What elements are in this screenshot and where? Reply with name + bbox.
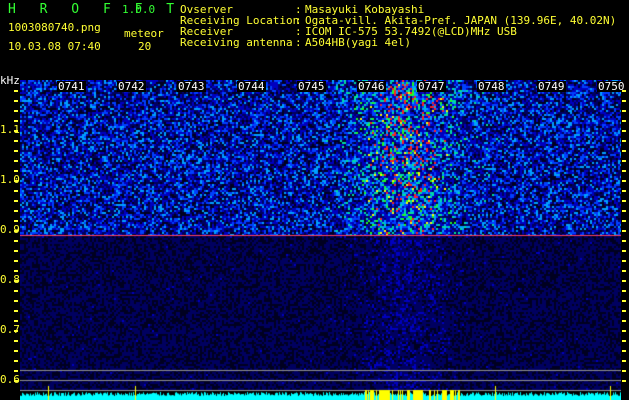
y-tick-mark xyxy=(622,380,626,382)
y-tick-mark xyxy=(14,180,18,182)
y-tick-mark xyxy=(622,360,626,362)
meteor-label: meteor xyxy=(124,27,164,40)
x-tick-label: 0749 xyxy=(537,80,566,93)
y-tick-mark xyxy=(622,290,626,292)
y-tick-mark xyxy=(622,370,626,372)
y-tick-mark xyxy=(622,250,626,252)
x-tick-label: 0746 xyxy=(357,80,386,93)
x-tick-label: 0745 xyxy=(297,80,326,93)
y-tick-mark xyxy=(622,260,626,262)
y-tick-mark xyxy=(14,160,18,162)
y-tick-mark xyxy=(622,330,626,332)
y-tick-mark xyxy=(14,230,18,232)
y-tick-mark xyxy=(14,310,18,312)
y-tick-mark xyxy=(622,270,626,272)
y-tick-mark xyxy=(14,270,18,272)
y-tick-mark xyxy=(14,110,18,112)
y-tick-mark xyxy=(14,370,18,372)
x-tick-label: 0747 xyxy=(417,80,446,93)
y-tick-mark xyxy=(14,210,18,212)
y-tick-mark xyxy=(622,130,626,132)
y-tick-mark xyxy=(14,100,18,102)
y-tick-mark xyxy=(14,350,18,352)
y-tick-mark xyxy=(622,300,626,302)
y-tick-mark xyxy=(14,260,18,262)
y-tick-mark xyxy=(14,140,18,142)
field-separator: : xyxy=(295,36,302,49)
y-tick-mark xyxy=(622,320,626,322)
y-tick-mark xyxy=(622,100,626,102)
y-tick-mark xyxy=(622,140,626,142)
y-tick-mark xyxy=(622,240,626,242)
meteor-count: 20 xyxy=(138,40,152,53)
spectrogram xyxy=(20,80,621,400)
y-tick-mark xyxy=(14,340,18,342)
y-tick-mark xyxy=(14,300,18,302)
field-label: Receiving antenna xyxy=(180,36,293,49)
y-tick-mark xyxy=(14,90,18,92)
x-tick-label: 0744 xyxy=(237,80,266,93)
app-version: 1.0.0 xyxy=(122,3,156,16)
y-tick-mark xyxy=(14,130,18,132)
y-tick-mark xyxy=(622,220,626,222)
x-tick-label: 0743 xyxy=(177,80,206,93)
y-tick-mark xyxy=(14,320,18,322)
y-tick-mark xyxy=(14,290,18,292)
y-tick-mark xyxy=(14,200,18,202)
y-tick-mark xyxy=(622,180,626,182)
y-tick-mark xyxy=(622,200,626,202)
y-tick-mark xyxy=(622,170,626,172)
x-tick-label: 0748 xyxy=(477,80,506,93)
y-tick-mark xyxy=(622,190,626,192)
datetime: 10.03.08 07:40 xyxy=(8,40,101,53)
y-tick-mark xyxy=(622,110,626,112)
y-tick-mark xyxy=(622,120,626,122)
x-tick-label: 0742 xyxy=(117,80,146,93)
y-tick-mark xyxy=(14,250,18,252)
y-tick-mark xyxy=(14,170,18,172)
y-tick-mark xyxy=(14,330,18,332)
y-tick-mark xyxy=(622,160,626,162)
y-axis-label: kHz xyxy=(0,74,20,87)
y-tick-mark xyxy=(14,360,18,362)
y-tick-mark xyxy=(622,230,626,232)
filename: 1003080740.png xyxy=(8,21,101,34)
y-tick-mark xyxy=(14,220,18,222)
y-tick-mark xyxy=(14,280,18,282)
y-tick-mark xyxy=(622,350,626,352)
y-tick-mark xyxy=(622,310,626,312)
y-tick-mark xyxy=(14,120,18,122)
field-value: A504HB(yagi 4el) xyxy=(305,36,411,49)
x-tick-label: 0741 xyxy=(57,80,86,93)
y-tick-mark xyxy=(622,210,626,212)
y-tick-mark xyxy=(14,380,18,382)
y-tick-mark xyxy=(14,150,18,152)
y-tick-mark xyxy=(14,190,18,192)
app-title: H R O F F T xyxy=(8,2,183,17)
y-tick-mark xyxy=(622,90,626,92)
y-tick-mark xyxy=(14,240,18,242)
y-tick-mark xyxy=(622,150,626,152)
y-tick-mark xyxy=(622,280,626,282)
y-tick-mark xyxy=(622,340,626,342)
